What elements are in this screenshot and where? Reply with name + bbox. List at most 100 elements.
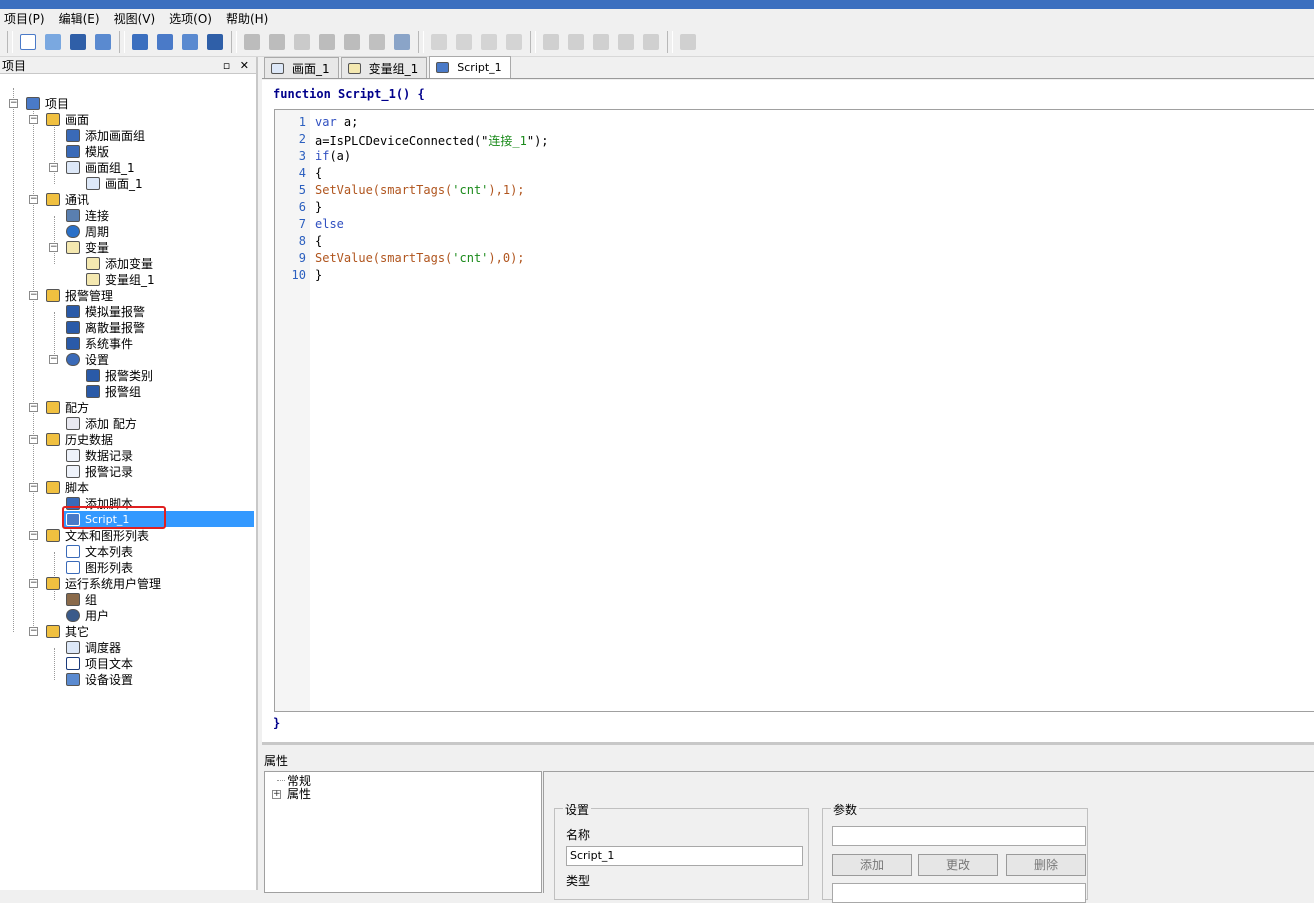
cut-button[interactable]: [290, 31, 314, 53]
tree-connection[interactable]: 连接: [66, 207, 109, 223]
collapse-toggle[interactable]: −: [29, 531, 38, 540]
tab-screen-1[interactable]: 画面_1: [264, 57, 339, 78]
tree-template[interactable]: 模版: [66, 143, 109, 159]
tree-add-tag[interactable]: 添加变量: [86, 255, 153, 271]
export-button[interactable]: [639, 31, 663, 53]
delete-button[interactable]: [365, 31, 389, 53]
tree-screen-1[interactable]: 画面_1: [86, 175, 143, 191]
comment-button[interactable]: [589, 31, 613, 53]
collapse-toggle[interactable]: −: [29, 483, 38, 492]
tree-add-recipe[interactable]: 添加 配方: [66, 415, 137, 431]
tree-runtime-user-mgmt[interactable]: 运行系统用户管理: [46, 575, 161, 591]
download-button[interactable]: [153, 31, 177, 53]
collapse-toggle[interactable]: −: [49, 355, 58, 364]
save-button[interactable]: [66, 31, 90, 53]
tree-comm[interactable]: 通讯: [46, 191, 89, 207]
collapse-toggle[interactable]: −: [29, 291, 38, 300]
insert-col-button[interactable]: [564, 31, 588, 53]
collapse-toggle[interactable]: −: [29, 403, 38, 412]
tab-tag-group-1[interactable]: 变量组_1: [340, 57, 428, 78]
tree-alarm-group[interactable]: 报警组: [86, 383, 141, 399]
param-input[interactable]: [832, 826, 1086, 846]
tree-cycle[interactable]: 周期: [66, 223, 109, 239]
compile-button[interactable]: [128, 31, 152, 53]
tool-f-button[interactable]: [452, 31, 476, 53]
tool-sf-button[interactable]: [502, 31, 526, 53]
tool-c-button[interactable]: [427, 31, 451, 53]
tree-discrete-alarm[interactable]: 离散量报警: [66, 319, 145, 335]
tree-analog-alarm[interactable]: 模拟量报警: [66, 303, 145, 319]
undo-button[interactable]: [240, 31, 264, 53]
tree-tag-group-1[interactable]: 变量组_1: [86, 271, 155, 287]
copy-button[interactable]: [315, 31, 339, 53]
upload-button[interactable]: [178, 31, 202, 53]
tree-user[interactable]: 用户: [66, 607, 109, 623]
tree-scheduler[interactable]: 调度器: [66, 639, 121, 655]
paste-button[interactable]: [340, 31, 364, 53]
tree-alarm-class[interactable]: 报警类别: [86, 367, 153, 383]
check-button[interactable]: [676, 31, 700, 53]
collapse-toggle[interactable]: −: [29, 627, 38, 636]
menu-edit[interactable]: 编辑(E): [59, 10, 100, 27]
change-button[interactable]: 更改: [918, 854, 998, 876]
insert-row-button[interactable]: [539, 31, 563, 53]
screen-group-icon: [66, 160, 80, 174]
tree-text-list[interactable]: 文本列表: [66, 543, 133, 559]
code-line: SetValue(smartTags('cnt'),1);: [315, 183, 525, 197]
code-text: (a): [329, 149, 352, 163]
expand-toggle[interactable]: +: [272, 790, 281, 799]
discrete-alarm-icon: [66, 320, 80, 334]
collapse-toggle[interactable]: −: [29, 579, 38, 588]
window-titlebar: [0, 0, 1314, 9]
tree-graphic-list[interactable]: 图形列表: [66, 559, 133, 575]
tree-history[interactable]: 历史数据: [46, 431, 113, 447]
user-icon: [66, 608, 80, 622]
collapse-toggle[interactable]: −: [9, 99, 18, 108]
tree-project-text[interactable]: 项目文本: [66, 655, 133, 671]
open-button[interactable]: [41, 31, 65, 53]
menu-options[interactable]: 选项(O): [169, 10, 212, 27]
tree-data-log[interactable]: 数据记录: [66, 447, 133, 463]
tree-text-graphic-list[interactable]: 文本和图形列表: [46, 527, 149, 543]
tree-alarm-log[interactable]: 报警记录: [66, 463, 133, 479]
collapse-toggle[interactable]: −: [29, 195, 38, 204]
tool-sv-button[interactable]: [477, 31, 501, 53]
project-panel: 项目 ▫ ✕ − 项目 − 画面 添加画面组 模版 − 画面组_1 画面_1 −…: [0, 57, 258, 890]
transfer-button[interactable]: [203, 31, 227, 53]
tool-sf-icon: [506, 33, 522, 50]
menu-help[interactable]: 帮助(H): [226, 10, 268, 27]
tree-group[interactable]: 组: [66, 591, 97, 607]
tab-script-1[interactable]: Script_1: [429, 56, 511, 78]
collapse-toggle[interactable]: −: [29, 115, 38, 124]
code-area[interactable]: 1 2 3 4 5 6 7 8 9 10 var a; a=IsPLCDevic…: [274, 109, 1314, 712]
print-button[interactable]: [91, 31, 115, 53]
panel-controls[interactable]: ▫ ✕: [223, 59, 252, 72]
tree-script[interactable]: 脚本: [46, 479, 89, 495]
add-button[interactable]: 添加: [832, 854, 912, 876]
tree-recipe[interactable]: 配方: [46, 399, 89, 415]
delete-param-button[interactable]: 删除: [1006, 854, 1086, 876]
tree-device-settings[interactable]: 设备设置: [66, 671, 133, 687]
data-log-icon: [66, 448, 80, 462]
tree-system-event[interactable]: 系统事件: [66, 335, 133, 351]
new-button[interactable]: [16, 31, 40, 53]
name-field[interactable]: Script_1: [566, 846, 803, 866]
tree-screens[interactable]: 画面: [46, 111, 89, 127]
tree-tags[interactable]: 变量: [66, 239, 109, 255]
collapse-toggle[interactable]: −: [49, 243, 58, 252]
menu-view[interactable]: 视图(V): [114, 10, 156, 27]
tree-screen-group-1[interactable]: 画面组_1: [66, 159, 135, 175]
uncomment-button[interactable]: [614, 31, 638, 53]
redo-button[interactable]: [265, 31, 289, 53]
tree-alarm-mgmt[interactable]: 报警管理: [46, 287, 113, 303]
tree-add-screen-group[interactable]: 添加画面组: [66, 127, 145, 143]
tree-alarm-settings[interactable]: 设置: [66, 351, 109, 367]
param-list[interactable]: [832, 883, 1086, 903]
tree-other[interactable]: 其它: [46, 623, 89, 639]
tree-root[interactable]: 项目: [26, 95, 69, 111]
collapse-toggle[interactable]: −: [29, 435, 38, 444]
menu-project[interactable]: 项目(P): [4, 10, 45, 27]
collapse-toggle[interactable]: −: [49, 163, 58, 172]
props-tree-properties[interactable]: 属性: [287, 785, 311, 801]
find-button[interactable]: [390, 31, 414, 53]
